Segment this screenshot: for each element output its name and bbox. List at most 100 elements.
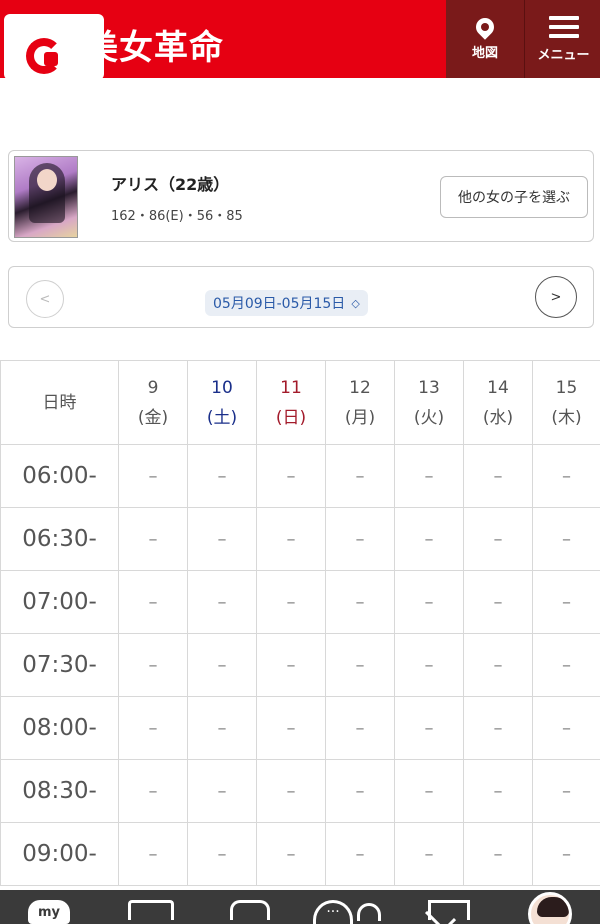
availability-cell[interactable]: – [325, 759, 395, 823]
date-range-label: 05月09日-05月15日 [213, 296, 346, 312]
schedule-table: 日時 9 (金) 10 (土) 11 (日) 12 (月) 13 (火) 14 (水) 15… [0, 360, 600, 886]
availability-cell[interactable]: – [532, 696, 600, 760]
availability-cell[interactable]: – [118, 570, 188, 634]
availability-cell[interactable]: – [532, 822, 600, 886]
hamburger-icon [548, 15, 579, 38]
day-header: 12 (月) [325, 360, 395, 445]
profile-name: アリス（22歳） [111, 175, 230, 194]
availability-cell[interactable]: – [187, 570, 257, 634]
availability-cell[interactable]: – [532, 570, 600, 634]
availability-cell[interactable]: – [187, 444, 257, 508]
my-icon[interactable]: my [28, 900, 70, 924]
profile-stats: 162・86(E)・56・85 [111, 209, 243, 224]
availability-cell[interactable]: – [463, 507, 533, 571]
availability-cell[interactable]: – [325, 570, 395, 634]
availability-cell[interactable]: – [325, 696, 395, 760]
shop-icon[interactable] [230, 900, 270, 920]
availability-cell[interactable]: – [463, 444, 533, 508]
availability-cell[interactable]: – [463, 759, 533, 823]
day-header: 15 (木) [532, 360, 600, 445]
day-number: 12 [349, 377, 371, 398]
time-slot-label: 07:30- [0, 633, 119, 697]
profile-card: アリス（22歳） 162・86(E)・56・85 他の女の子を選ぶ [8, 150, 594, 242]
availability-cell[interactable]: – [256, 570, 326, 634]
menu-button[interactable]: メニュー [524, 0, 600, 78]
day-weekday: (火) [413, 407, 445, 428]
map-pin-icon [472, 13, 498, 40]
availability-cell[interactable]: – [256, 507, 326, 571]
availability-cell[interactable]: – [256, 633, 326, 697]
availability-cell[interactable]: – [325, 633, 395, 697]
time-slot-label: 06:00- [0, 444, 119, 508]
day-number: 11 [280, 377, 302, 398]
availability-cell[interactable]: – [118, 507, 188, 571]
availability-cell[interactable]: – [394, 696, 464, 760]
availability-cell[interactable]: – [463, 633, 533, 697]
availability-cell[interactable]: – [463, 822, 533, 886]
map-button[interactable]: 地図 [446, 0, 524, 78]
site-logo-text[interactable]: 美女革命 [84, 20, 224, 69]
availability-cell[interactable]: – [187, 822, 257, 886]
availability-cell[interactable]: – [325, 507, 395, 571]
availability-cell[interactable]: – [394, 759, 464, 823]
day-number: 9 [147, 377, 159, 398]
availability-cell[interactable]: – [187, 696, 257, 760]
availability-cell[interactable]: – [187, 759, 257, 823]
day-weekday: (水) [482, 407, 514, 428]
time-slot-label: 08:30- [0, 759, 119, 823]
schedule-body: 06:00- – – – – – – –06:30- – – – – – – –07:00- – – – – – – –0… [0, 444, 600, 886]
time-slot-label: 09:00- [0, 822, 119, 886]
time-slot-label: 06:30- [0, 507, 119, 571]
availability-cell[interactable]: – [118, 696, 188, 760]
availability-cell[interactable]: – [532, 759, 600, 823]
availability-cell[interactable]: – [118, 444, 188, 508]
schedule-row: 09:00- – – – – – – – [0, 822, 600, 886]
day-number: 14 [487, 377, 509, 398]
availability-cell[interactable]: – [532, 507, 600, 571]
availability-cell[interactable]: – [394, 507, 464, 571]
availability-cell[interactable]: – [256, 822, 326, 886]
availability-cell[interactable]: – [394, 822, 464, 886]
book-icon[interactable] [128, 900, 174, 920]
prev-week-button[interactable]: < [26, 280, 64, 318]
date-range-selector[interactable]: 05月09日-05月15日 ◇ [205, 290, 368, 316]
availability-cell[interactable]: – [394, 633, 464, 697]
availability-cell[interactable]: – [325, 444, 395, 508]
choose-other-girl-button[interactable]: 他の女の子を選ぶ [440, 176, 588, 218]
availability-cell[interactable]: – [394, 444, 464, 508]
day-header: 10 (土) [187, 360, 257, 445]
availability-cell[interactable]: – [532, 444, 600, 508]
avatar-icon[interactable] [528, 892, 572, 924]
date-navigator: < 05月09日-05月15日 ◇ > [8, 266, 594, 328]
availability-cell[interactable]: – [256, 759, 326, 823]
map-label: 地図 [471, 45, 498, 61]
time-slot-label: 08:00- [0, 696, 119, 760]
availability-cell[interactable]: – [187, 633, 257, 697]
schedule-row: 08:30- – – – – – – – [0, 759, 600, 823]
day-weekday: (木) [551, 407, 582, 428]
availability-cell[interactable]: – [187, 507, 257, 571]
chat-icon[interactable]: ··· [312, 900, 382, 924]
availability-cell[interactable]: – [532, 633, 600, 697]
availability-cell[interactable]: – [256, 444, 326, 508]
availability-cell[interactable]: – [463, 696, 533, 760]
availability-cell[interactable]: – [394, 570, 464, 634]
day-weekday: (土) [206, 407, 238, 428]
next-week-button[interactable]: > [535, 276, 577, 318]
availability-cell[interactable]: – [118, 759, 188, 823]
chat-bubble-large-icon: ··· [313, 900, 353, 924]
logo-dot-icon [44, 52, 58, 66]
availability-cell[interactable]: – [463, 570, 533, 634]
day-header: 9 (金) [118, 360, 188, 445]
schedule-row: 08:00- – – – – – – – [0, 696, 600, 760]
availability-cell[interactable]: – [325, 822, 395, 886]
availability-cell[interactable]: – [256, 696, 326, 760]
schedule-row: 07:00- – – – – – – – [0, 570, 600, 634]
day-number: 15 [555, 377, 578, 398]
day-number: 10 [211, 377, 233, 398]
menu-label: メニュー [537, 47, 590, 63]
availability-cell[interactable]: – [118, 633, 188, 697]
profile-photo[interactable] [14, 156, 78, 238]
mail-icon[interactable] [428, 900, 470, 920]
availability-cell[interactable]: – [118, 822, 188, 886]
